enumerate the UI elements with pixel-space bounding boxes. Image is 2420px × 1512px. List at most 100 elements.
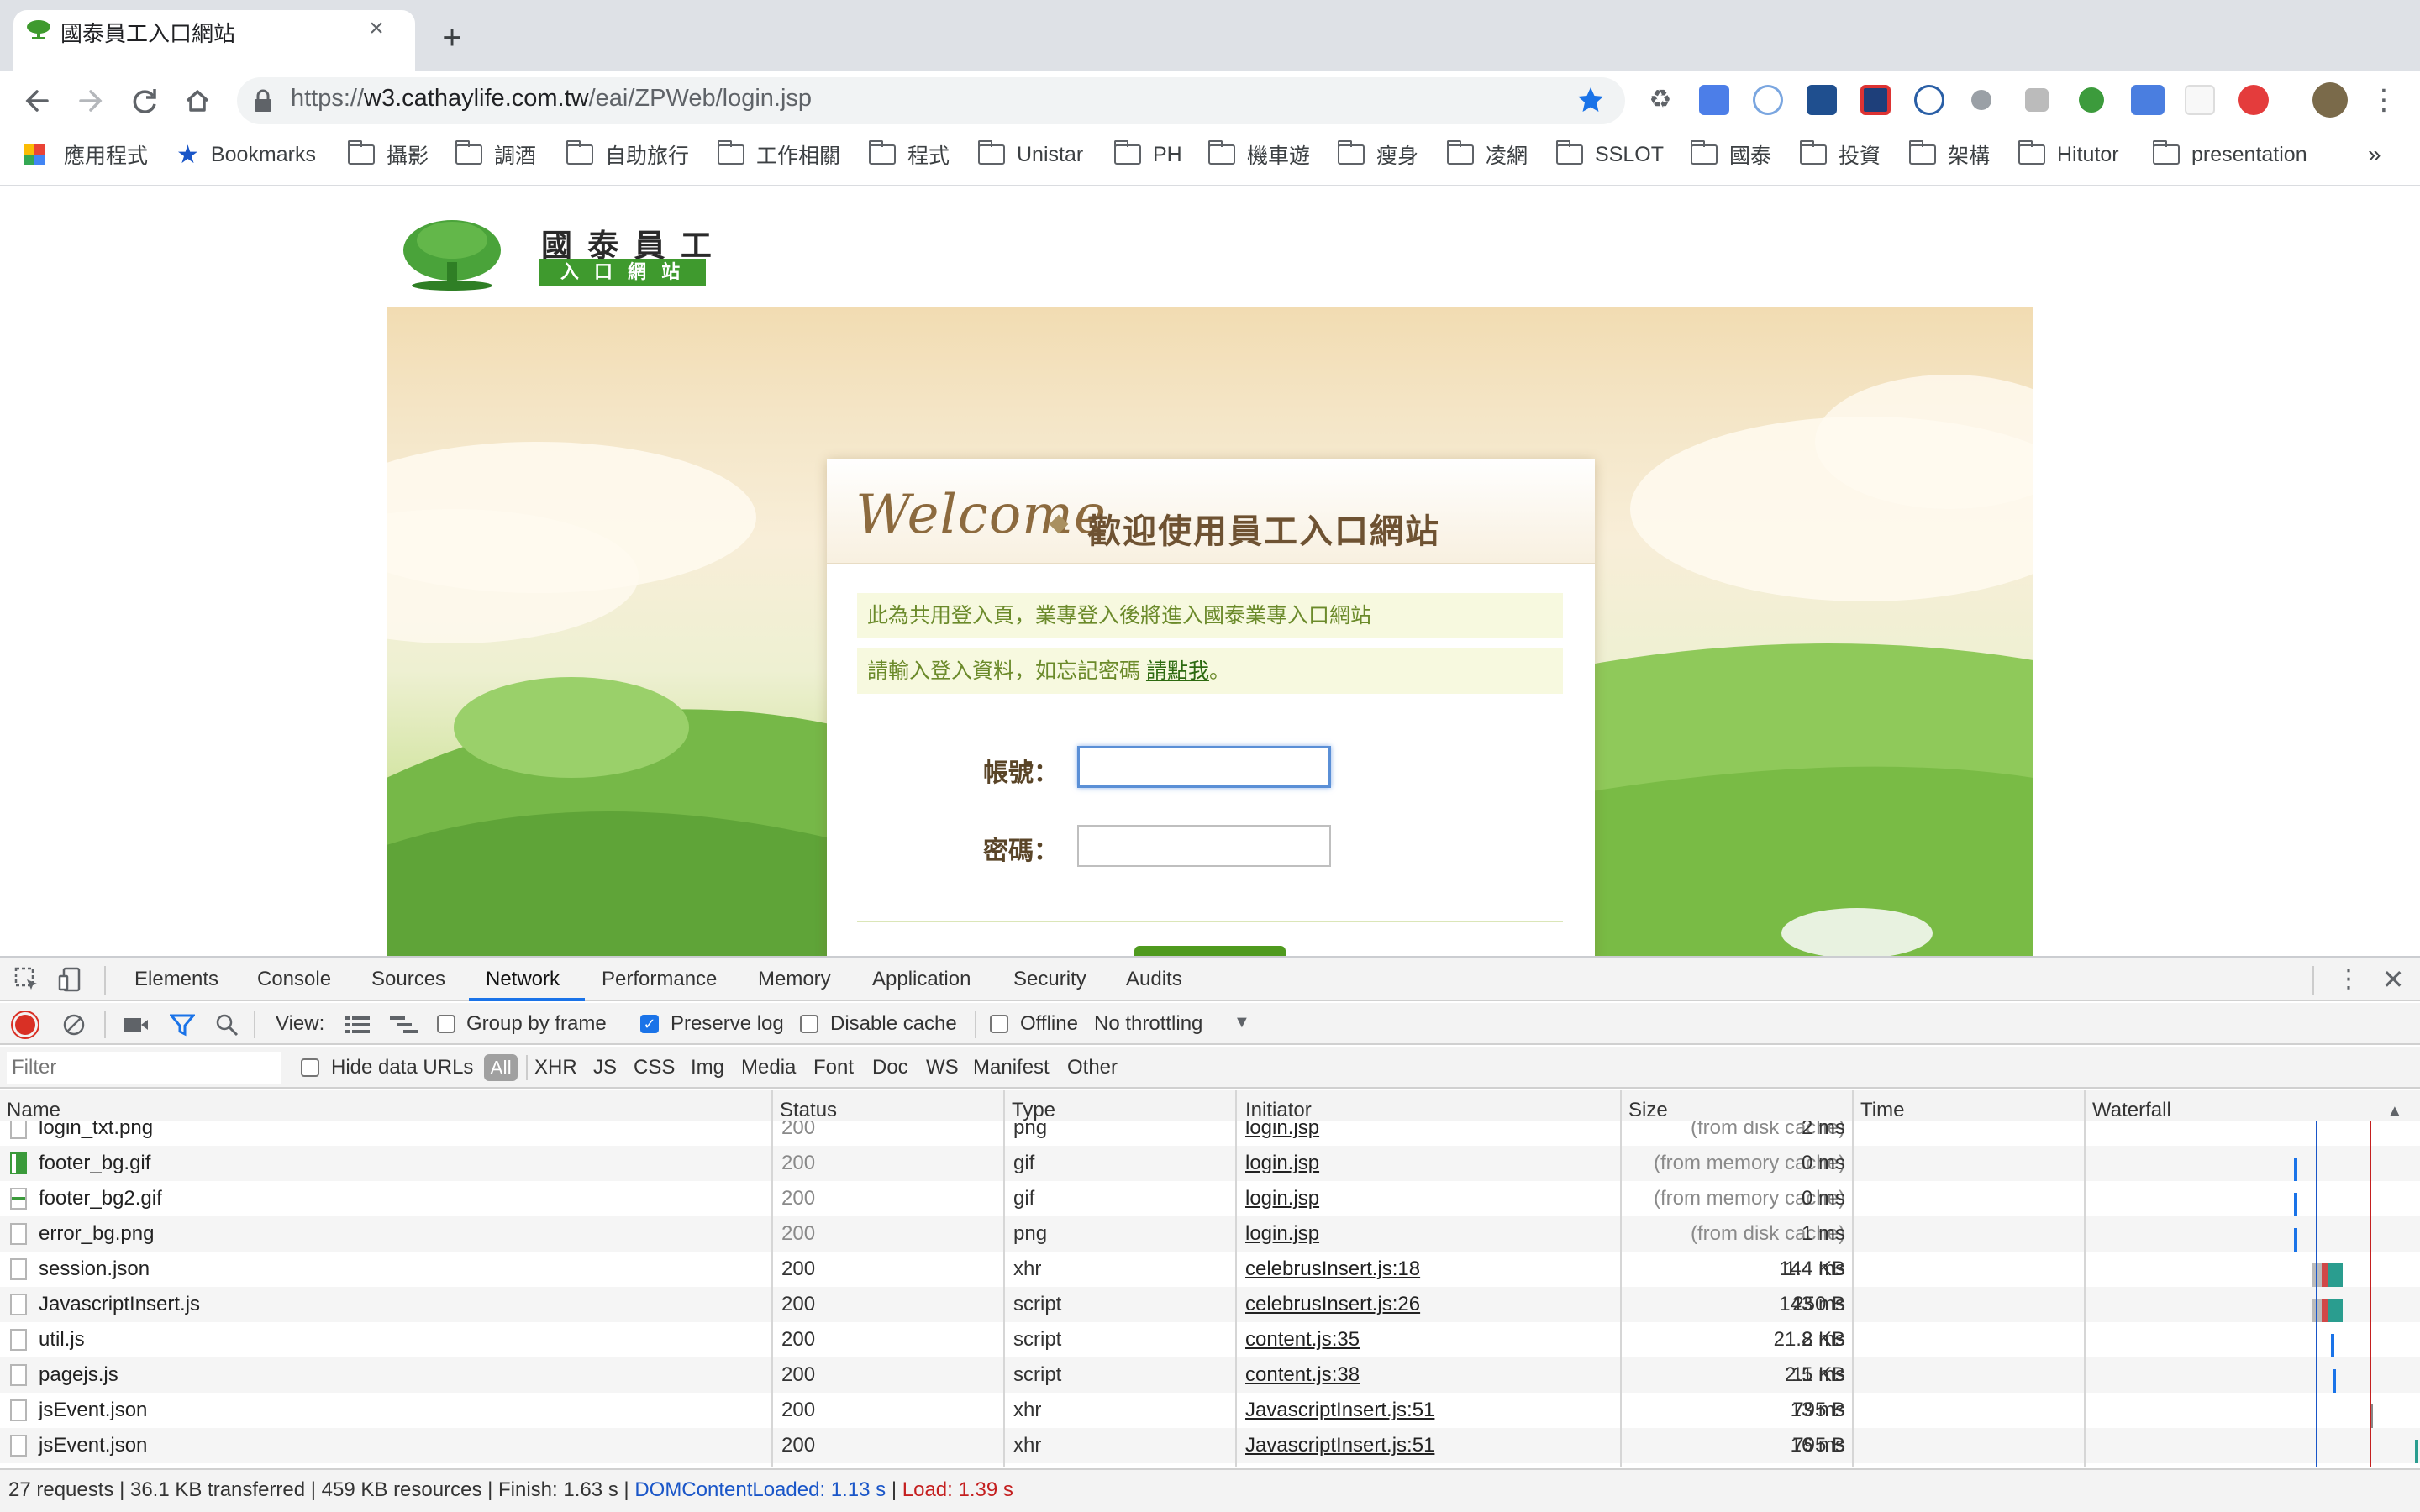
table-row[interactable]: footer_bg2.gif 200 gif login.jsp (from m… [0, 1181, 2420, 1216]
row-initiator-link[interactable]: login.jsp [1245, 1121, 1319, 1146]
filter-type-css[interactable]: CSS [634, 1055, 675, 1080]
record-icon[interactable] [15, 1015, 35, 1035]
calendar-extension-icon[interactable] [2131, 85, 2165, 115]
bookmark-folder[interactable]: 機車遊 [1208, 140, 1310, 168]
filter-input[interactable] [7, 1052, 281, 1084]
square-extension-icon[interactable] [1860, 85, 1891, 115]
bookmarks-overflow-button[interactable]: » [2368, 141, 2381, 168]
account-input[interactable] [1077, 746, 1331, 788]
swirl-extension-icon[interactable] [1753, 85, 1783, 115]
table-row[interactable]: footer_bg.gif 200 gif login.jsp (from me… [0, 1146, 2420, 1181]
row-initiator-link[interactable]: JavascriptInsert.js:51 [1245, 1393, 1434, 1428]
tab-elements[interactable]: Elements [134, 958, 218, 1001]
home-icon[interactable] [174, 77, 221, 124]
bookmark-folder[interactable]: 凌網 [1447, 140, 1528, 168]
large-rows-icon[interactable] [345, 1015, 370, 1035]
table-row[interactable]: util.js 200 script content.js:35 21.2 KB… [0, 1322, 2420, 1357]
dot-extension-icon[interactable] [1971, 90, 1991, 110]
clear-icon[interactable] [62, 1013, 86, 1037]
forgot-password-link[interactable]: 請點我 [1146, 659, 1209, 683]
menu-kebab-icon[interactable]: ⋮ [2370, 82, 2398, 118]
filter-type-media[interactable]: Media [741, 1055, 796, 1080]
table-row[interactable]: jsEvent.json 200 xhr JavascriptInsert.js… [0, 1428, 2420, 1463]
filter-type-doc[interactable]: Doc [872, 1055, 908, 1080]
sort-up-icon[interactable]: ▲ [2386, 1102, 2403, 1121]
throttling-select[interactable]: No throttling [1094, 1011, 1202, 1037]
filter-type-other[interactable]: Other [1067, 1055, 1118, 1080]
tab-memory[interactable]: Memory [758, 958, 831, 1001]
bookmark-folder[interactable]: 架構 [1909, 140, 1990, 168]
filter-type-xhr[interactable]: XHR [534, 1055, 577, 1080]
bookmark-folder[interactable]: 調酒 [455, 140, 536, 168]
bookmark-folder[interactable]: 程式 [869, 140, 950, 168]
bookmark-folder[interactable]: PH [1114, 140, 1182, 168]
overview-waterfall-icon[interactable] [390, 1015, 418, 1035]
offline-checkbox[interactable] [990, 1015, 1008, 1033]
tab-application[interactable]: Application [872, 958, 971, 1001]
reload-icon[interactable] [121, 77, 168, 124]
bookmark-folder[interactable]: 工作相關 [718, 140, 840, 168]
tab-console[interactable]: Console [257, 958, 331, 1001]
recycle-extension-icon[interactable]: ♻ [1645, 85, 1676, 115]
filter-icon[interactable] [170, 1013, 195, 1037]
group-by-frame-checkbox[interactable] [437, 1015, 455, 1033]
row-initiator-link[interactable]: login.jsp [1245, 1181, 1319, 1216]
puzzle-extension-icon[interactable] [2025, 88, 2049, 112]
password-input[interactable] [1077, 825, 1331, 867]
row-initiator-link[interactable]: celebrusInsert.js:18 [1245, 1252, 1420, 1287]
filter-type-img[interactable]: Img [691, 1055, 724, 1080]
table-row[interactable]: pagejs.js 200 script content.js:38 2.5 K… [0, 1357, 2420, 1393]
row-initiator-link[interactable]: JavascriptInsert.js:51 [1245, 1428, 1434, 1463]
bookmark-star-icon[interactable] [1576, 86, 1605, 114]
filter-type-ws[interactable]: WS [926, 1055, 959, 1080]
todoist-extension-icon[interactable] [2238, 85, 2269, 115]
row-initiator-link[interactable]: content.js:38 [1245, 1357, 1360, 1393]
table-row[interactable]: jsEvent.json 200 xhr JavascriptInsert.js… [0, 1393, 2420, 1428]
bookmark-apps[interactable]: 應用程式 [24, 141, 148, 168]
bookmark-folder[interactable]: Unistar [978, 140, 1083, 168]
tab-security[interactable]: Security [1013, 958, 1086, 1001]
devtools-menu-icon[interactable]: ⋮ [2336, 963, 2361, 996]
tab-audits[interactable]: Audits [1126, 958, 1182, 1001]
row-initiator-link[interactable]: content.js:35 [1245, 1322, 1360, 1357]
forward-icon[interactable] [67, 77, 114, 124]
url-text[interactable]: https://w3.cathaylife.com.tw/eai/ZPWeb/l… [291, 85, 812, 113]
bookmark-folder[interactable]: presentation [2153, 140, 2307, 168]
table-row[interactable]: error_bg.png 200 png login.jsp (from dis… [0, 1216, 2420, 1252]
row-initiator-link[interactable]: login.jsp [1245, 1216, 1319, 1252]
bookmark-bookmarks[interactable]: ★ Bookmarks [176, 141, 316, 169]
chevron-down-icon[interactable]: ▼ [1234, 1013, 1250, 1032]
new-tab-button[interactable]: + [432, 18, 472, 59]
back-icon[interactable] [13, 77, 60, 124]
search-icon[interactable] [215, 1013, 239, 1037]
smartpki-extension-icon[interactable] [2185, 85, 2215, 115]
tab-network[interactable]: Network [486, 958, 560, 1001]
bookmark-folder[interactable]: 瘦身 [1338, 140, 1418, 168]
table-row[interactable]: login_txt.png 200 png login.jsp (from di… [0, 1121, 2420, 1146]
row-initiator-link[interactable]: login.jsp [1245, 1146, 1319, 1181]
filter-type-all[interactable]: All [484, 1054, 518, 1081]
bookmark-folder[interactable]: Hitutor [2018, 140, 2119, 168]
hide-data-urls-checkbox[interactable] [301, 1058, 319, 1077]
tab-close-icon[interactable]: × [360, 12, 393, 45]
tab-sources[interactable]: Sources [371, 958, 445, 1001]
device-toolbar-icon[interactable] [57, 966, 84, 993]
bookmark-folder[interactable]: 自助旅行 [566, 140, 689, 168]
bookmark-folder[interactable]: 攝影 [348, 140, 429, 168]
infinity-extension-icon[interactable] [1914, 85, 1944, 115]
translate-extension-icon[interactable] [1699, 85, 1729, 115]
disable-cache-checkbox[interactable] [800, 1015, 818, 1033]
green-extension-icon[interactable] [2079, 87, 2104, 113]
bookmark-folder[interactable]: 投資 [1800, 140, 1881, 168]
screenshot-camera-icon[interactable] [123, 1015, 150, 1035]
avatar[interactable] [2312, 82, 2348, 118]
filter-type-font[interactable]: Font [813, 1055, 854, 1080]
bookmark-folder[interactable]: 國泰 [1691, 140, 1771, 168]
devtools-close-icon[interactable]: ✕ [2380, 963, 2407, 996]
bookmark-folder[interactable]: SSLOT [1556, 140, 1664, 168]
row-initiator-link[interactable]: celebrusInsert.js:26 [1245, 1287, 1420, 1322]
inspect-element-icon[interactable] [13, 966, 40, 993]
table-row[interactable]: session.json 200 xhr celebrusInsert.js:1… [0, 1252, 2420, 1287]
table-row[interactable]: JavascriptInsert.js 200 script celebrusI… [0, 1287, 2420, 1322]
m-extension-icon[interactable] [1807, 85, 1837, 115]
